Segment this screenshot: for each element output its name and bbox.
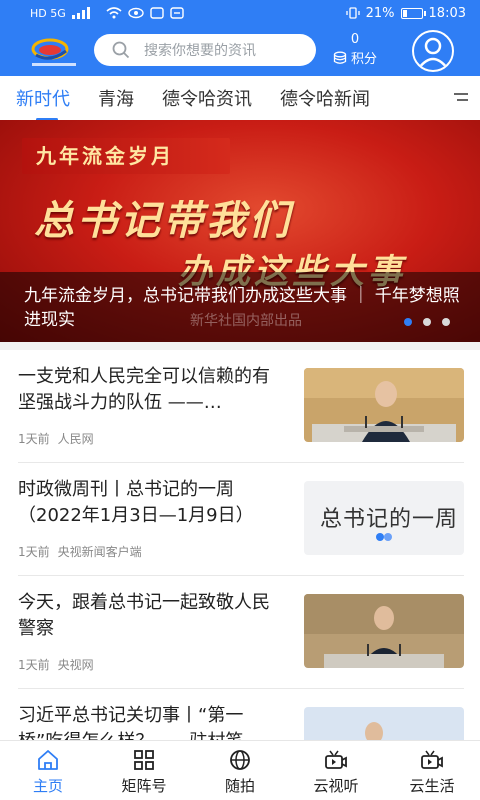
tab-xinshidai[interactable]: 新时代	[16, 85, 70, 121]
status-bar: HD 5G 21% 18:03	[0, 0, 480, 26]
news-source: 央视网	[57, 658, 94, 672]
news-thumbnail: 总书记的一周	[304, 481, 464, 555]
search-placeholder: 搜索你想要的资讯	[144, 43, 256, 59]
news-time: 1天前	[18, 658, 50, 672]
signal-icon	[71, 7, 90, 19]
home-icon	[38, 750, 58, 770]
search-icon	[112, 41, 130, 59]
news-time: 1天前	[18, 432, 50, 446]
bottom-nav: 主页 矩阵号 随拍 云视听 云生活	[0, 740, 480, 800]
news-thumbnail	[304, 594, 464, 668]
search-bar[interactable]: 搜索你想要的资讯	[94, 34, 316, 66]
tab-qinghai[interactable]: 青海	[98, 85, 134, 111]
tab-delingha-news[interactable]: 德令哈新闻	[280, 85, 370, 111]
nav-cloud-life[interactable]: 云生活	[384, 741, 480, 800]
banner-caption: 九年流金岁月，总书记带我们办成这些大事 ｜ 千年梦想照进现实	[24, 286, 460, 330]
menu-icon	[454, 93, 468, 101]
nav-label: 矩阵号	[121, 777, 167, 795]
network-label: HD 5G	[30, 6, 66, 20]
news-item[interactable]: 一支党和人民完全可以信赖的有坚强战斗力的队伍 ——… 1天前 人民网	[18, 350, 464, 463]
nav-label: 主页	[32, 777, 63, 795]
points-widget[interactable]: 0 积分	[330, 32, 380, 67]
app: HD 5G 21% 18:03 搜索你想要的资讯 0 积分 新时代 青海 德令哈…	[0, 0, 480, 800]
news-title: 今天，跟着总书记一起致敬人民警察	[18, 592, 270, 639]
news-source: 人民网	[57, 432, 94, 446]
nav-cloud-watch[interactable]: 云视听	[288, 741, 384, 800]
news-time: 1天前	[18, 545, 50, 559]
nav-home[interactable]: 主页	[0, 741, 96, 800]
news-meta: 1天前 人民网	[18, 430, 94, 447]
grid-icon	[134, 750, 154, 770]
news-item[interactable]: 时政微周刊丨总书记的一周（2022年1月3日—1月9日） 1天前 央视新闻客户端 …	[18, 463, 464, 576]
nav-label: 云生活	[409, 777, 455, 795]
points-label: 积分	[350, 52, 377, 67]
news-item[interactable]: 今天，跟着总书记一起致敬人民警察 1天前 央视网	[18, 576, 464, 689]
user-avatar[interactable]	[412, 30, 454, 72]
carousel-dot[interactable]	[404, 318, 412, 326]
app-header: 搜索你想要的资讯 0 积分	[0, 26, 480, 76]
news-title: 一支党和人民完全可以信赖的有坚强战斗力的队伍 ——…	[18, 366, 270, 413]
video-icon	[325, 750, 347, 769]
battery-icon	[400, 7, 426, 19]
carousel-dots	[404, 318, 450, 326]
globe-icon	[230, 750, 250, 770]
carousel-dot[interactable]	[423, 318, 431, 326]
news-source: 央视新闻客户端	[57, 545, 142, 559]
nav-label: 随拍	[224, 777, 255, 795]
channel-tabs: 新时代 青海 德令哈资讯 德令哈新闻	[0, 76, 480, 121]
news-title: 时政微周刊丨总书记的一周（2022年1月3日—1月9日）	[18, 479, 254, 526]
banner-carousel[interactable]: 九年流金岁月 总书记带我们 办成这些大事 新华社国内部出品 九年流金岁月，总书记…	[0, 120, 480, 342]
tab-menu-button[interactable]	[416, 76, 480, 120]
wifi-icon	[106, 7, 122, 19]
banner-ribbon-text: 九年流金岁月	[22, 138, 230, 174]
status-left: HD 5G	[30, 7, 184, 20]
news-meta: 1天前 央视新闻客户端	[18, 543, 142, 560]
banner-headline-1: 总书记带我们	[34, 197, 292, 244]
message-icon	[170, 7, 184, 19]
nav-label: 云视听	[313, 777, 359, 795]
app-notify-icon	[150, 7, 164, 19]
clock: 18:03	[428, 5, 466, 21]
thumbnail-text: 总书记的一周	[320, 507, 459, 532]
status-right: 21% 18:03	[345, 5, 466, 21]
points-value: 0	[350, 32, 360, 47]
coins-icon	[333, 51, 347, 64]
battery-percent: 21%	[365, 5, 395, 21]
news-thumbnail	[304, 368, 464, 442]
nav-matrix[interactable]: 矩阵号	[96, 741, 192, 800]
vibrate-icon	[345, 7, 360, 19]
news-meta: 1天前 央视网	[18, 656, 94, 673]
user-icon	[418, 37, 448, 69]
carousel-dot[interactable]	[442, 318, 450, 326]
video-icon	[421, 750, 443, 769]
app-logo	[30, 33, 80, 69]
nav-snapshot[interactable]: 随拍	[192, 741, 288, 800]
eye-icon	[128, 7, 144, 19]
section-divider	[0, 342, 480, 350]
tab-delingha-info[interactable]: 德令哈资讯	[162, 85, 252, 111]
